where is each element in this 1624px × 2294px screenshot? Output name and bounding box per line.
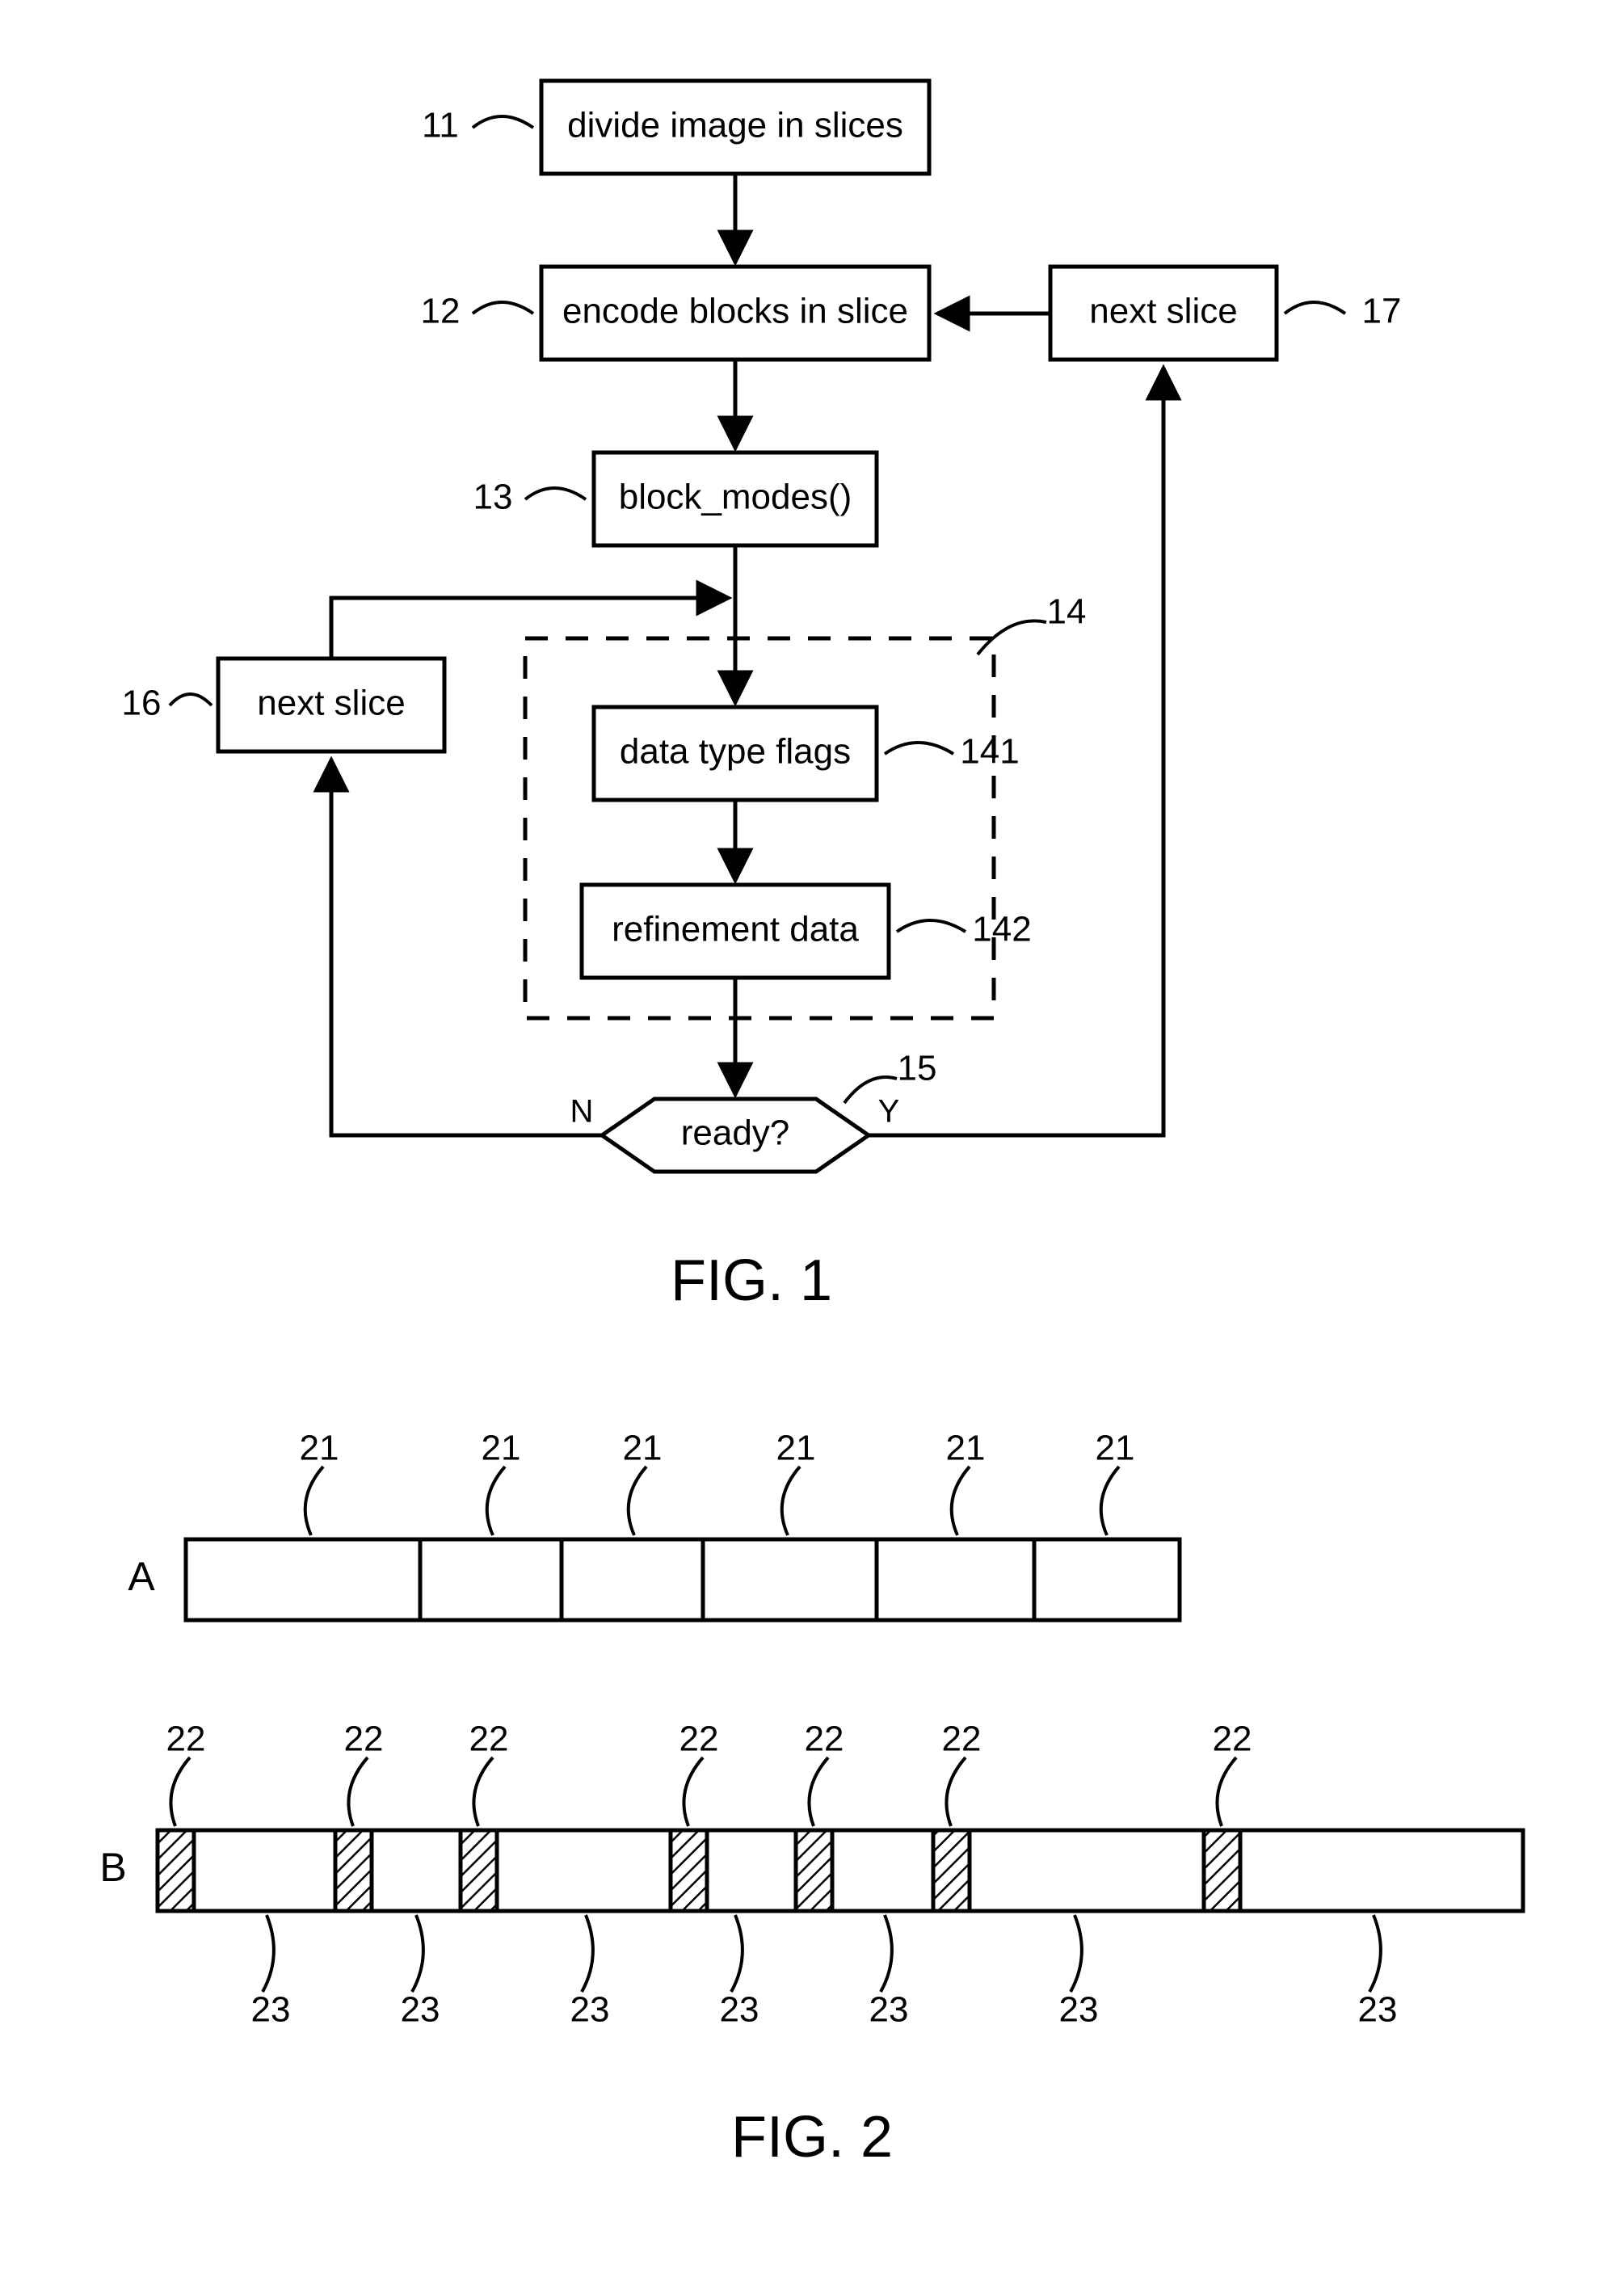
box-divide-image-label: divide image in slices — [567, 106, 903, 145]
ref-12: 12 — [421, 292, 461, 331]
ref-14: 14 — [1047, 592, 1087, 632]
svg-text:22: 22 — [166, 1719, 206, 1759]
svg-text:21: 21 — [776, 1429, 816, 1468]
box-block-modes-label: block_modes() — [619, 478, 852, 517]
svg-text:23: 23 — [869, 1990, 909, 2030]
arrow-15-no-to-16 — [331, 760, 602, 1135]
svg-text:21: 21 — [482, 1429, 521, 1468]
svg-text:23: 23 — [1059, 1990, 1099, 2030]
leader-11 — [473, 116, 533, 128]
fig1-caption: FIG. 1 — [671, 1248, 832, 1313]
svg-text:21: 21 — [623, 1429, 663, 1468]
box-encode-blocks-label: encode blocks in slice — [562, 292, 908, 331]
svg-text:23: 23 — [720, 1990, 759, 2030]
box-next-slice-left: next slice — [218, 659, 444, 751]
leader-12 — [473, 302, 533, 314]
box-next-slice-right: next slice — [1050, 267, 1277, 360]
box-refinement-data-label: refinement data — [612, 910, 859, 949]
svg-text:22: 22 — [1213, 1719, 1252, 1759]
svg-text:23: 23 — [251, 1990, 291, 2030]
decision-ready-label: ready? — [681, 1113, 790, 1153]
leader-17 — [1285, 302, 1345, 314]
arrow-16-to-main — [331, 598, 729, 659]
leader-142 — [897, 920, 966, 932]
leader-16 — [170, 694, 212, 705]
decision-yes-label: Y — [878, 1094, 900, 1130]
box-encode-blocks: encode blocks in slice — [541, 267, 929, 360]
svg-text:22: 22 — [805, 1719, 844, 1759]
ref-142: 142 — [972, 910, 1031, 949]
row-b-refs-23: 23 23 23 23 23 23 23 — [251, 1915, 1398, 2030]
row-b-label: B — [99, 1845, 126, 1890]
row-a-refs: 21 21 21 21 21 21 — [300, 1429, 1135, 1535]
svg-text:22: 22 — [469, 1719, 509, 1759]
row-b-bar — [158, 1830, 1523, 1911]
figure-2: A 21 21 21 21 21 21 B — [99, 1429, 1523, 2170]
ref-17: 17 — [1362, 292, 1402, 331]
box-divide-image: divide image in slices — [541, 81, 929, 174]
svg-text:21: 21 — [1096, 1429, 1135, 1468]
box-data-type-flags: data type flags — [594, 707, 877, 800]
box-block-modes: block_modes() — [594, 452, 877, 545]
decision-ready: ready? — [602, 1099, 869, 1172]
ref-11: 11 — [422, 106, 459, 145]
svg-text:23: 23 — [401, 1990, 440, 2030]
box-refinement-data: refinement data — [582, 885, 889, 978]
fig2-caption: FIG. 2 — [731, 2105, 893, 2170]
box-data-type-flags-label: data type flags — [620, 732, 851, 772]
ref-15: 15 — [898, 1049, 937, 1088]
decision-no-label: N — [570, 1094, 594, 1130]
figure-1: divide image in slices 11 encode blocks … — [122, 81, 1402, 1313]
svg-text:22: 22 — [344, 1719, 384, 1759]
svg-text:22: 22 — [942, 1719, 982, 1759]
ref-13: 13 — [473, 478, 513, 517]
row-a-label: A — [128, 1554, 155, 1599]
box-next-slice-right-label: next slice — [1089, 292, 1237, 331]
svg-text:22: 22 — [679, 1719, 719, 1759]
leader-13 — [525, 488, 586, 499]
ref-141: 141 — [960, 732, 1019, 772]
ref-16: 16 — [122, 684, 162, 723]
svg-text:21: 21 — [946, 1429, 986, 1468]
svg-text:23: 23 — [1358, 1990, 1398, 2030]
svg-text:21: 21 — [300, 1429, 339, 1468]
row-a-bar — [186, 1539, 1180, 1620]
leader-141 — [885, 743, 953, 754]
row-b-refs-22: 22 22 22 22 22 22 22 — [166, 1719, 1252, 1826]
box-next-slice-left-label: next slice — [257, 684, 405, 723]
svg-text:23: 23 — [570, 1990, 610, 2030]
